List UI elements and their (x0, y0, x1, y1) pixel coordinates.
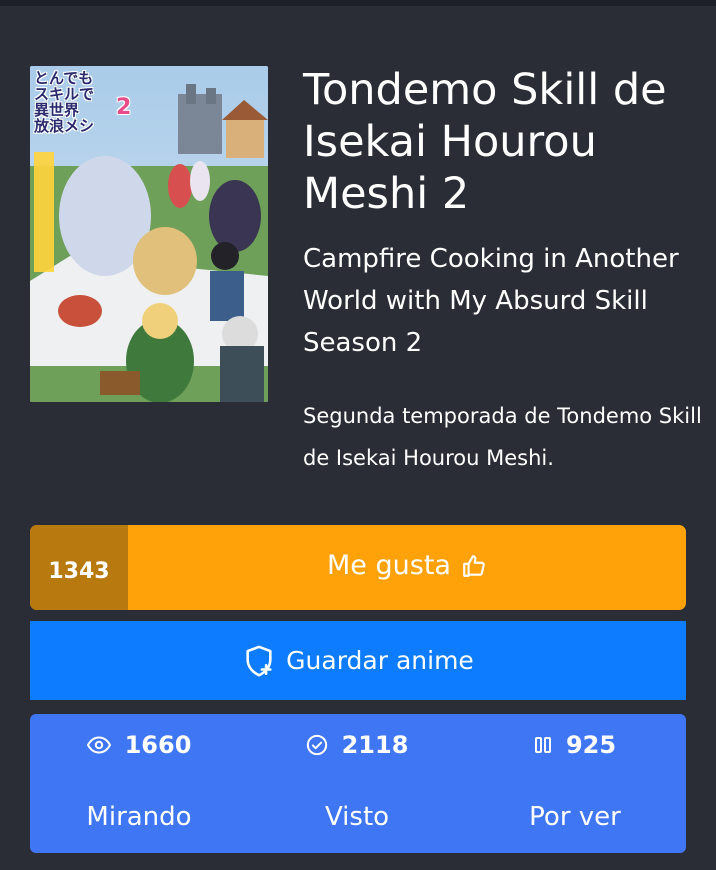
stat-seen-label: Visto (324, 802, 390, 832)
like-button[interactable]: 1343 Me gusta (30, 525, 686, 610)
shield-plus-icon (246, 645, 272, 676)
stat-to-watch-label: Por ver (529, 802, 621, 832)
save-anime-button[interactable]: Guardar anime (30, 621, 686, 700)
poster-logo-line: スキルで (34, 85, 95, 103)
like-count: 1343 (30, 525, 128, 610)
poster-logo: とんでも スキルで 異世界 放浪メシ 2 (34, 69, 131, 135)
stat-seen-count: 2118 (341, 731, 409, 759)
anime-subtitle: Campfire Cooking in Another World with M… (303, 244, 679, 358)
stat-seen[interactable]: 2118 Visto (248, 714, 466, 853)
stat-watching-label: Mirando (86, 802, 192, 832)
poster-logo-line: とんでも (34, 69, 94, 87)
poster-logo-number: 2 (116, 95, 132, 120)
stat-watching-count: 1660 (124, 731, 192, 759)
like-label: Me gusta (327, 550, 451, 581)
stat-seen-count-wrap: 2118 (248, 730, 466, 760)
poster-logo-line: 異世界 (34, 101, 80, 119)
eye-icon (86, 736, 111, 754)
anime-poster: とんでも スキルで 異世界 放浪メシ 2 (30, 66, 268, 402)
stat-to-watch-count: 925 (565, 731, 617, 759)
like-label-wrap: Me gusta (128, 525, 686, 610)
stat-to-watch-count-wrap: 925 (466, 730, 684, 760)
stat-watching-count-wrap: 1660 (30, 730, 248, 760)
thumbs-up-icon (463, 554, 485, 577)
pause-icon (534, 737, 551, 753)
anime-title: Tondemo Skill de Isekai Hourou Meshi 2 (303, 65, 667, 219)
check-circle-icon (306, 734, 327, 756)
top-bar (0, 0, 716, 6)
save-anime-label: Guardar anime (286, 646, 474, 675)
stat-watching[interactable]: 1660 Mirando (30, 714, 248, 853)
anime-description: Segunda temporada de Tondemo Skill de Is… (303, 404, 702, 470)
poster-logo-line: 放浪メシ (34, 117, 95, 135)
stats-panel: 1660 Mirando 2118 Visto 925 Por ver (30, 714, 686, 853)
stat-to-watch[interactable]: 925 Por ver (466, 714, 684, 853)
